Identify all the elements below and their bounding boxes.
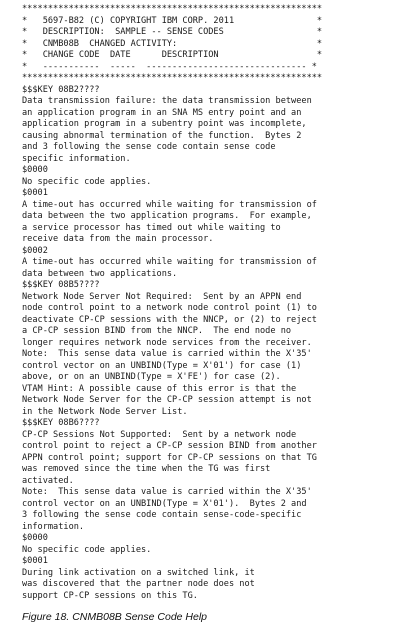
code-line: Data transmission failure: the data tran… [22,96,312,106]
code-line: a CP-CP session BIND from the NNCP. The … [22,326,292,336]
code-line: receive data from the main processor. [22,234,214,244]
code-line: * 5697-B82 (C) COPYRIGHT IBM CORP. 2011 … [22,15,323,26]
code-line: Note: This sense data value is carried w… [22,349,312,359]
code-line: was removed since the time when the TG w… [22,464,271,474]
code-line: longer requires network node services fr… [22,337,312,348]
code-line: in the Network Node Server List. [22,406,188,417]
figure-caption: Figure 18. CNMB08B Sense Code Help [22,611,208,623]
code-line: data between the two application program… [22,211,312,221]
code-line: APPN control point; support for CP-CP se… [22,452,317,463]
code-line: $0000 [22,533,48,543]
code-line: A time-out has occurred while waiting fo… [22,257,317,267]
code-line: support CP-CP sessions on this TG. [22,590,198,601]
code-line: $$$KEY 08B6???? [22,418,100,428]
code-line: During link activation on a switched lin… [22,567,255,578]
code-line: information. [22,521,85,532]
code-line: $$$KEY 08B2???? [22,84,100,95]
code-line: ****************************************… [22,4,323,14]
code-line: application program in a subentry point … [22,119,307,129]
code-line: VTAM Hint: A possible cause of this erro… [22,383,297,394]
code-line: $0001 [22,556,48,566]
code-line: No specific code applies. [22,176,152,187]
code-line: * ----------- ----- --------------------… [22,61,317,72]
code-line: * CHANGE CODE DATE DESCRIPTION * [22,50,323,60]
code-line: causing abnormal termination of the func… [22,130,302,141]
code-line: A time-out has occurred while waiting fo… [22,199,317,210]
code-listing: ****************************************… [22,4,397,602]
code-line: * DESCRIPTION: SAMPLE -- SENSE CODES * [22,27,323,37]
code-line: CP-CP Sessions Not Supported: Sent by a … [22,429,297,440]
code-line: control vector on an UNBIND(Type = X'01'… [22,360,302,371]
code-line: $0001 [22,188,48,198]
code-line: deactivate CP-CP sessions with the NNCP,… [22,314,317,325]
code-line: specific information. [22,153,131,164]
code-line: Note: This sense data value is carried w… [22,487,312,497]
code-line: data between two applications. [22,268,178,279]
code-line: $0000 [22,165,48,175]
code-line: * CNMB08B CHANGED ACTIVITY: * [22,38,323,49]
code-line: 3 following the sense code contain sense… [22,510,302,520]
code-line: $0002 [22,245,48,256]
code-line: ****************************************… [22,73,323,83]
code-line: above, or on an UNBIND(Type = X'FE') for… [22,372,281,382]
code-line: and 3 following the sense code contain s… [22,142,276,152]
code-line: Network Node Server Not Required: Sent b… [22,291,302,302]
code-line: an application program in an SNA MS entr… [22,107,302,118]
code-line: node control point to a network node con… [22,303,317,313]
code-line: a service processor has timed out while … [22,222,281,233]
code-line: activated. [22,475,74,486]
code-line: Network Node Server for the CP-CP sessio… [22,395,312,405]
code-line: control vector on an UNBIND(Type = X'01'… [22,498,307,509]
code-line: was discovered that the partner node doe… [22,579,255,589]
code-line: control point to reject a CP-CP session … [22,441,317,451]
code-line: $$$KEY 08B5???? [22,280,100,290]
document-page: ****************************************… [0,0,401,638]
code-line: No specific code applies. [22,544,152,555]
